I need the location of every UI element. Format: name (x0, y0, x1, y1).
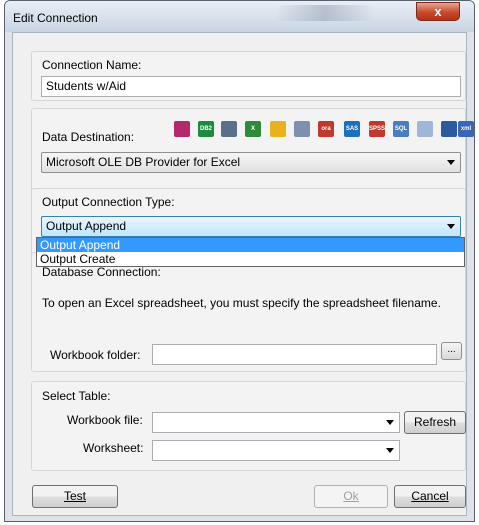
excel-filename-note: To open an Excel spreadsheet, you must s… (42, 296, 441, 310)
dropdown-option-output-append[interactable]: Output Append (37, 238, 464, 252)
test-button[interactable]: Test (32, 485, 118, 508)
window-title: Edit Connection (13, 11, 98, 25)
xml-icon[interactable]: xml (458, 121, 474, 137)
worksheet-select[interactable] (152, 440, 400, 461)
title-bar[interactable]: Edit Connection x (5, 1, 474, 32)
database-connection-label: Database Connection: (42, 265, 161, 279)
jet-icon[interactable] (270, 121, 286, 137)
browse-folder-button[interactable]: ... (441, 342, 462, 360)
refresh-button[interactable]: Refresh (404, 411, 466, 434)
select-table-label: Select Table: (42, 389, 111, 403)
close-icon: x (434, 4, 442, 19)
text-file-icon[interactable] (417, 121, 433, 137)
output-connection-type-select[interactable]: Output Append (41, 216, 461, 237)
output-connection-type-dropdown-list: Output Append Output Create (36, 237, 465, 267)
data-destination-value: Microsoft OLE DB Provider for Excel (46, 155, 241, 169)
data-destination-select[interactable]: Microsoft OLE DB Provider for Excel (41, 152, 461, 173)
workbook-file-select[interactable] (152, 412, 400, 433)
connection-name-input[interactable]: Students w/Aid (41, 76, 461, 97)
dialog-client-area: Connection Name: Students w/Aid Data Des… (12, 32, 467, 516)
background-window-ghost (275, 5, 375, 21)
chevron-down-icon (386, 420, 394, 425)
spss-icon[interactable]: SPSS (369, 121, 385, 137)
test-button-label: Test (63, 489, 86, 503)
output-connection-type-value: Output Append (46, 219, 127, 233)
sas-icon[interactable]: SAS (344, 121, 360, 137)
workbook-folder-input[interactable] (152, 344, 437, 365)
ok-button-label: Ok (343, 489, 359, 503)
access-icon[interactable] (174, 121, 190, 137)
select-table-group: Select Table: Workbook file: Refresh Wor… (31, 381, 466, 471)
close-button[interactable]: x (416, 2, 460, 21)
cancel-button[interactable]: Cancel (394, 485, 466, 508)
workbook-file-label: Workbook file: (67, 413, 143, 427)
connection-name-group: Connection Name: Students w/Aid (31, 51, 466, 101)
worksheet-label: Worksheet: (83, 441, 144, 455)
chevron-down-icon (447, 160, 455, 165)
ok-button[interactable]: Ok (314, 485, 388, 508)
chevron-down-icon (386, 448, 394, 453)
dropdown-option-output-create[interactable]: Output Create (37, 252, 464, 266)
output-connection-type-label: Output Connection Type: (42, 195, 175, 209)
chevron-down-icon (447, 224, 455, 229)
cancel-button-label: Cancel (411, 489, 449, 503)
sql-server-icon[interactable] (221, 121, 237, 137)
sql-icon[interactable]: SQL (393, 121, 409, 137)
connection-name-label: Connection Name: (42, 58, 142, 72)
odbc-icon[interactable] (294, 121, 310, 137)
dbase-icon[interactable] (441, 121, 457, 137)
db2-icon[interactable]: DB2 (198, 121, 214, 137)
database-connection-group: Database Connection: To open an Excel sp… (31, 252, 466, 372)
workbook-folder-label: Workbook folder: (50, 348, 141, 362)
oracle-icon[interactable]: ora (318, 121, 334, 137)
data-destination-label: Data Destination: (42, 130, 135, 144)
excel-icon[interactable]: X (245, 121, 261, 137)
